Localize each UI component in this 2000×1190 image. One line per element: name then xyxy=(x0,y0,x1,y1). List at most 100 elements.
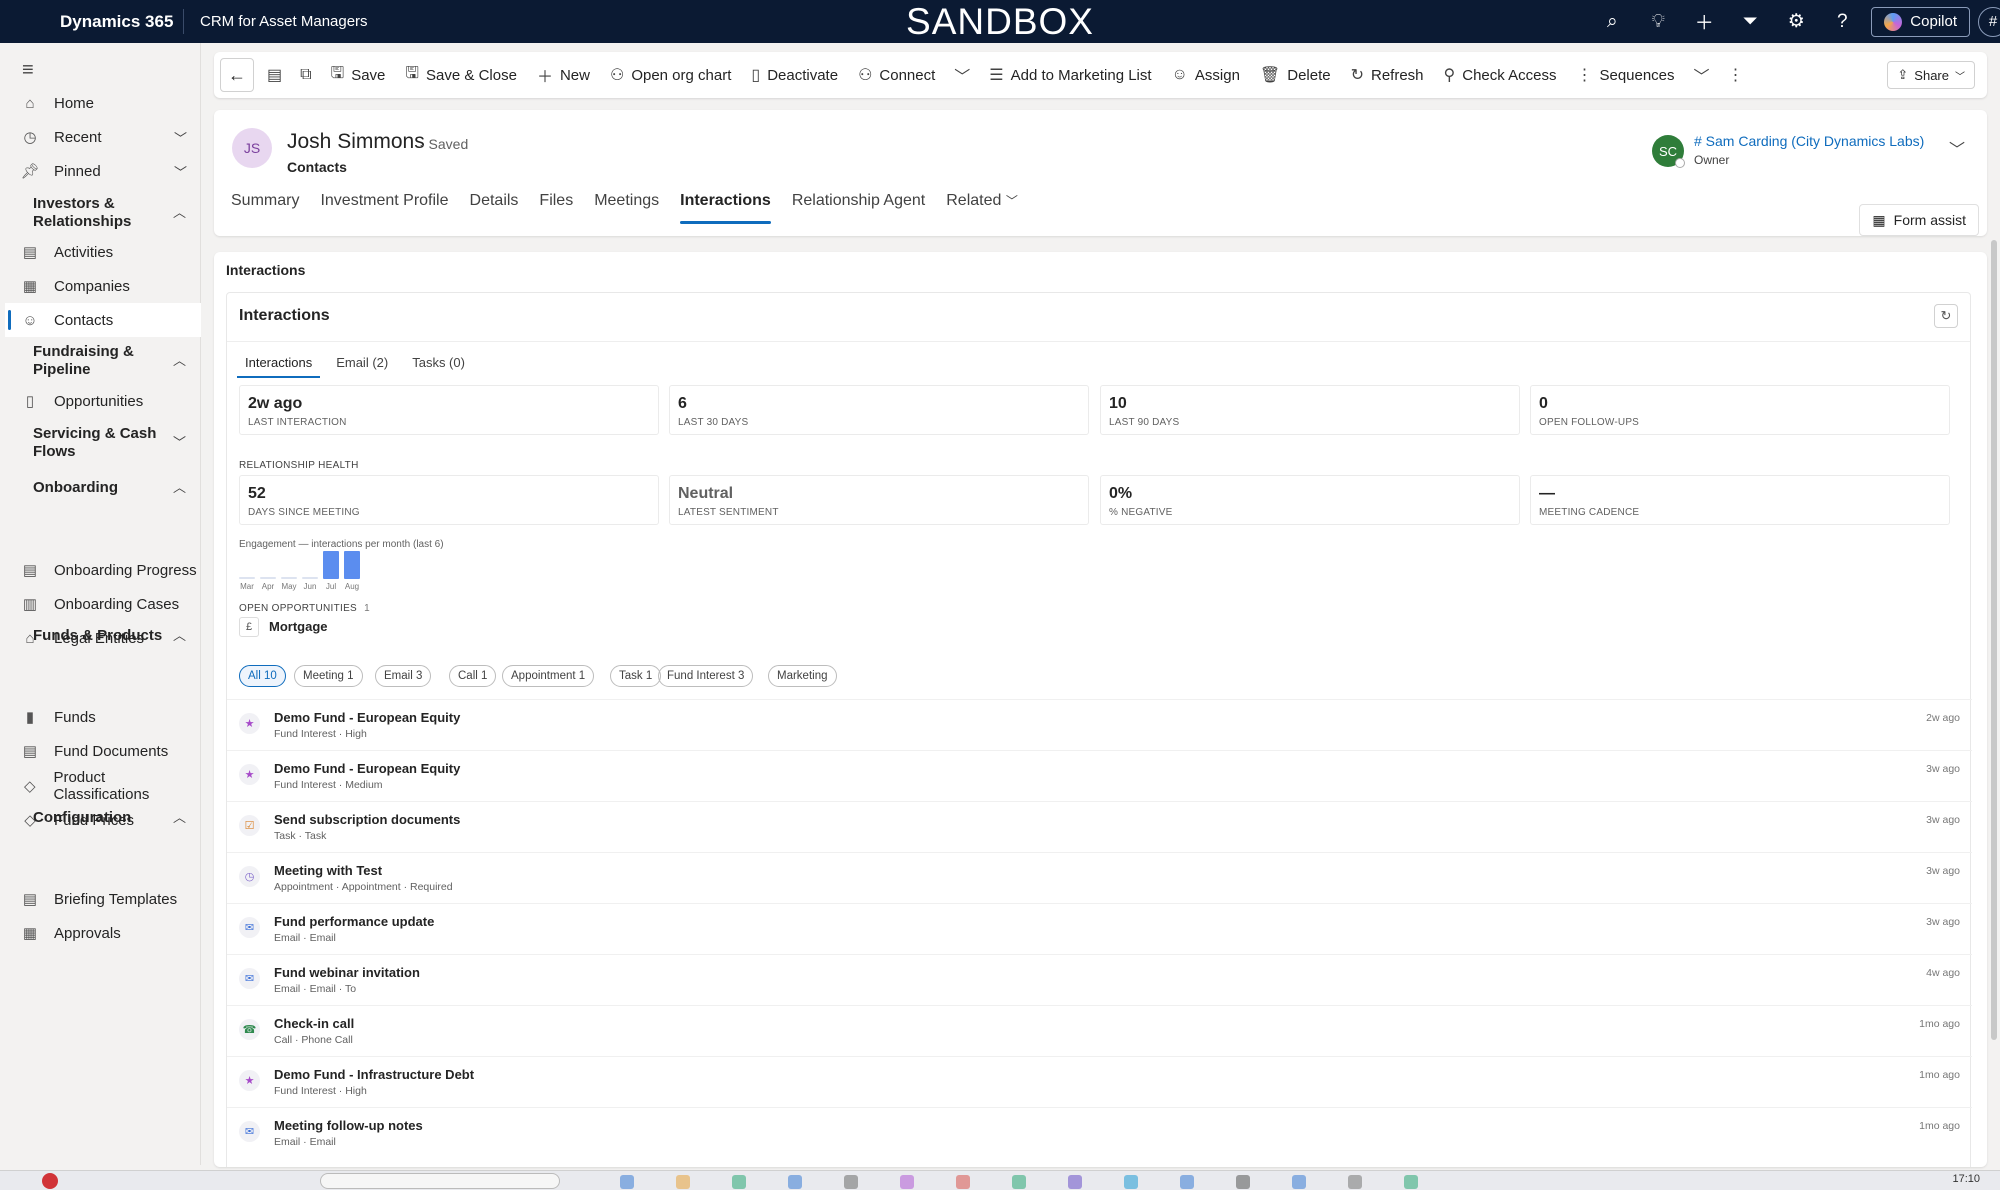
new-button[interactable]: ＋ New xyxy=(527,52,600,98)
interaction-row[interactable]: ◷ Meeting with Test Appointment · Appointm… xyxy=(227,852,1972,903)
lightbulb-icon[interactable]: 💡︎ xyxy=(1635,0,1681,43)
sidebar-item-pinned[interactable]: 📌︎ Pinned ﹀ xyxy=(5,154,201,188)
interaction-title[interactable]: Fund performance update xyxy=(274,914,434,929)
interaction-title[interactable]: Check-in call xyxy=(274,1016,354,1031)
interaction-row[interactable]: ✉ Meeting follow-up notes Email · Email 1mo… xyxy=(227,1107,1972,1158)
chevron-up-icon[interactable]: ︿ xyxy=(173,625,186,644)
interaction-title[interactable]: Demo Fund - European Equity xyxy=(274,710,460,725)
back-button[interactable]: ← xyxy=(220,58,254,92)
taskbar-app-icon[interactable] xyxy=(788,1175,802,1189)
app-name[interactable]: CRM for Asset Managers xyxy=(184,13,368,30)
chevron-up-icon[interactable]: ︿ xyxy=(173,477,186,496)
hamburger-icon[interactable]: ≡ xyxy=(22,59,34,82)
sidebar-item-contacts[interactable]: ☺︎ Contacts xyxy=(5,303,201,337)
filter-pill[interactable]: All 10 xyxy=(239,665,286,687)
filter-pill[interactable]: Appointment 1 xyxy=(502,665,595,687)
open-new-window-button[interactable]: ⧉ xyxy=(291,52,320,98)
chevron-up-icon[interactable]: ︿ xyxy=(173,807,186,826)
taskbar-search[interactable] xyxy=(320,1173,560,1189)
sidebar-item-recent[interactable]: ◷ Recent ﹀ xyxy=(5,120,201,154)
taskbar-app-icon[interactable] xyxy=(844,1175,858,1189)
sidebar-item-briefing-templates[interactable]: ▤ Briefing Templates xyxy=(5,882,201,916)
refresh-button[interactable]: ↻ Refresh xyxy=(1341,52,1434,98)
overflow-button[interactable]: ⋮ xyxy=(1719,52,1753,98)
chevron-down-icon[interactable]: ﹀ xyxy=(173,432,186,451)
taskbar-app-icon[interactable] xyxy=(620,1175,634,1189)
taskbar-app-icon[interactable] xyxy=(1068,1175,1082,1189)
filter-pill[interactable]: Call 1 xyxy=(449,665,497,687)
filter-pill[interactable]: Marketing xyxy=(768,665,837,687)
sidebar-item-companies[interactable]: ▦ Companies xyxy=(5,269,201,303)
share-button[interactable]: ⇪ Share ﹀ xyxy=(1887,61,1975,89)
tab-summary[interactable]: Summary xyxy=(231,192,299,228)
tab-details[interactable]: Details xyxy=(470,192,519,228)
taskbar-app-icon[interactable] xyxy=(1404,1175,1418,1189)
open-org-chart-button[interactable]: ⚇ Open org chart xyxy=(600,52,741,98)
sidebar-item-activities[interactable]: ▤ Activities xyxy=(5,235,201,269)
sidebar-item-funds[interactable]: ▮ Funds xyxy=(5,700,201,734)
interaction-row[interactable]: ☑ Send subscription documents Task · Task 3… xyxy=(227,801,1972,852)
taskbar-app-icon[interactable] xyxy=(1292,1175,1306,1189)
filter-pill[interactable]: Email 3 xyxy=(375,665,432,687)
add-marketing-list-button[interactable]: ☰ Add to Marketing List xyxy=(979,52,1161,98)
sidebar-item-home[interactable]: ⌂ Home xyxy=(5,86,201,120)
interaction-row[interactable]: ✉ Fund performance update Email · Email 3w … xyxy=(227,903,1972,954)
notification-badge[interactable] xyxy=(42,1173,58,1189)
taskbar-app-icon[interactable] xyxy=(956,1175,970,1189)
chevron-down-icon[interactable]: ﹀ xyxy=(174,128,187,147)
save-close-button[interactable]: 🖫︎ Save & Close xyxy=(395,52,527,98)
taskbar-app-icon[interactable] xyxy=(1124,1175,1138,1189)
chevron-down-icon[interactable]: ﹀ xyxy=(174,162,187,181)
sidebar-item-approvals[interactable]: ▦ Approvals xyxy=(5,916,201,950)
sidebar-item-fund-documents[interactable]: ▤ Fund Documents xyxy=(5,734,201,768)
tab-meetings[interactable]: Meetings xyxy=(594,192,659,228)
tab-investment-profile[interactable]: Investment Profile xyxy=(320,192,448,228)
tab-interactions[interactable]: Interactions xyxy=(680,192,771,228)
connect-button[interactable]: ⚇ Connect xyxy=(848,52,945,98)
taskbar-app-icon[interactable] xyxy=(900,1175,914,1189)
form-view-button[interactable]: ▤ xyxy=(258,52,291,98)
save-button[interactable]: 🖫︎ Save xyxy=(321,52,396,98)
connect-dropdown[interactable]: ﹀ xyxy=(945,52,979,98)
gear-icon[interactable]: ⚙ xyxy=(1773,0,1819,43)
interaction-row[interactable]: ✉ Fund webinar invitation Email · Email · … xyxy=(227,954,1972,1005)
sidebar-item-onboarding-progress[interactable]: ▤ Onboarding Progress xyxy=(5,553,201,587)
interaction-row[interactable]: ☎ Check-in call Call · Phone Call 1mo ago xyxy=(227,1005,1972,1056)
owner-link[interactable]: # Sam Carding (City Dynamics Labs) xyxy=(1694,133,1924,149)
taskbar-app-icon[interactable] xyxy=(732,1175,746,1189)
tab-related[interactable]: Related ﹀ xyxy=(946,192,1018,228)
taskbar-app-icon[interactable] xyxy=(676,1175,690,1189)
chevron-up-icon[interactable]: ︿ xyxy=(173,202,186,221)
hash-button[interactable]: # xyxy=(1978,6,2000,37)
tab-files[interactable]: Files xyxy=(539,192,573,228)
interaction-title[interactable]: Demo Fund - European Equity xyxy=(274,761,460,776)
taskbar-app-icon[interactable] xyxy=(1012,1175,1026,1189)
taskbar-app-icon[interactable] xyxy=(1348,1175,1362,1189)
taskbar-app-icon[interactable] xyxy=(1236,1175,1250,1189)
more-commands-dropdown[interactable]: ﹀ xyxy=(1685,52,1719,98)
delete-button[interactable]: 🗑︎ Delete xyxy=(1250,52,1341,98)
interaction-row[interactable]: ★ Demo Fund - European Equity Fund Interes… xyxy=(227,699,1972,750)
subtab-tasks[interactable]: Tasks (0) xyxy=(404,349,473,378)
copilot-button[interactable]: Copilot xyxy=(1871,6,1970,37)
refresh-icon[interactable]: ↻ xyxy=(1934,304,1958,328)
filter-pill[interactable]: Fund Interest 3 xyxy=(658,665,754,687)
subtab-email[interactable]: Email (2) xyxy=(328,349,396,378)
interaction-row[interactable]: ★ Demo Fund - Infrastructure Debt Fund Int… xyxy=(227,1056,1972,1107)
opportunity-link[interactable]: Mortgage xyxy=(269,619,328,634)
deactivate-button[interactable]: ▯ Deactivate xyxy=(741,52,848,98)
interaction-title[interactable]: Meeting follow-up notes xyxy=(274,1118,423,1133)
interaction-row[interactable]: ★ Demo Fund - European Equity Fund Interes… xyxy=(227,750,1972,801)
sidebar-item-onboarding-cases[interactable]: ▥ Onboarding Cases xyxy=(5,587,201,621)
sidebar-item-product-classifications[interactable]: ◇ Product Classifications xyxy=(5,769,201,803)
scrollbar[interactable] xyxy=(1991,240,1997,1040)
tab-relationship-agent[interactable]: Relationship Agent xyxy=(792,192,925,228)
plus-icon[interactable]: ＋ xyxy=(1681,0,1727,43)
chevron-up-icon[interactable]: ︿ xyxy=(173,350,186,369)
brand-name[interactable]: Dynamics 365 xyxy=(0,9,184,34)
check-access-button[interactable]: ⚲ Check Access xyxy=(1434,52,1567,98)
help-icon[interactable]: ? xyxy=(1819,0,1865,43)
interaction-title[interactable]: Demo Fund - Infrastructure Debt xyxy=(274,1067,474,1082)
sequences-button[interactable]: ⋮ Sequences xyxy=(1566,52,1684,98)
taskbar-app-icon[interactable] xyxy=(1180,1175,1194,1189)
